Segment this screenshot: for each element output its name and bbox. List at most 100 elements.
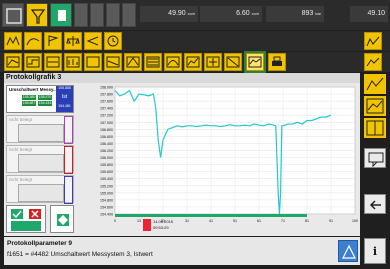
move-button-box[interactable] bbox=[50, 205, 74, 233]
scale-icon bbox=[66, 36, 80, 46]
info-button[interactable]: i bbox=[364, 238, 386, 264]
y-tick-label: 157.600 bbox=[100, 100, 113, 104]
signal-icon bbox=[366, 36, 380, 47]
legend-value-1: 155.380 bbox=[22, 95, 36, 100]
tool-graph-9-button[interactable] bbox=[164, 53, 182, 71]
tool-graph-12-button[interactable] bbox=[224, 53, 242, 71]
graph-icon bbox=[46, 56, 60, 68]
check-icon[interactable] bbox=[11, 209, 23, 219]
x-tick-label: 91 bbox=[329, 219, 333, 223]
y-tick-label: 158.000 bbox=[100, 86, 113, 90]
marker-flag[interactable] bbox=[143, 219, 151, 231]
legend-badge-mid: Ist bbox=[61, 94, 68, 100]
x-tick-label: 31 bbox=[185, 219, 189, 223]
tool-curve-button[interactable] bbox=[24, 32, 42, 50]
legend-value-2: 155.687 bbox=[22, 101, 36, 106]
graph-icon bbox=[66, 56, 80, 68]
tool-graph-10-button[interactable] bbox=[184, 53, 202, 71]
tool-flag-button[interactable] bbox=[44, 32, 62, 50]
y-tick-label: 157.200 bbox=[100, 114, 113, 118]
legend-value-3: 158.570 bbox=[38, 95, 52, 100]
readout-3-unit: bar bbox=[315, 11, 321, 16]
compare-icon bbox=[366, 120, 384, 136]
status-icon-4 bbox=[122, 3, 136, 27]
sidebar-trend-button[interactable] bbox=[364, 74, 386, 94]
funnel-button[interactable] bbox=[26, 3, 48, 27]
tool-clock-button[interactable] bbox=[104, 32, 122, 50]
toolbar-row-1 bbox=[0, 31, 390, 51]
back-button[interactable] bbox=[364, 194, 386, 214]
x-tick-label: 61 bbox=[257, 219, 261, 223]
tool-process-button[interactable] bbox=[4, 32, 22, 50]
slot-card-1[interactable]: nicht belegt bbox=[6, 115, 74, 144]
tool-scale-button[interactable] bbox=[64, 32, 82, 50]
confirm-cancel-box bbox=[6, 205, 46, 233]
help-button[interactable] bbox=[338, 240, 358, 262]
tool-graph-1-button[interactable] bbox=[4, 53, 22, 71]
legend-value-4: 154.433 bbox=[38, 101, 52, 106]
chart[interactable]: 158.000 157.800 157.600 157.400 157.200 157.0… bbox=[86, 83, 360, 233]
y-tick-label: 154.800 bbox=[100, 198, 113, 202]
sidebar-compare-button[interactable] bbox=[364, 118, 386, 138]
readout-4-value: 49.10 bbox=[367, 10, 385, 17]
tool-cone-button[interactable] bbox=[84, 32, 102, 50]
readout-4: 49.10 bbox=[350, 6, 388, 22]
graph-icon bbox=[6, 56, 20, 68]
readout-3: 893 bar bbox=[266, 6, 324, 22]
message-icon bbox=[368, 152, 384, 168]
marker-date: 14.05.2015 bbox=[153, 219, 174, 224]
y-tick-label: 156.400 bbox=[100, 142, 113, 146]
trend-icon bbox=[366, 77, 384, 91]
tool-graph-7-button[interactable] bbox=[124, 53, 142, 71]
x-tick-label: 0 bbox=[114, 219, 116, 223]
menu-button[interactable] bbox=[2, 3, 24, 27]
y-tick-label: 155.600 bbox=[100, 170, 113, 174]
info-icon: i bbox=[372, 244, 378, 258]
slot-card-label: nicht belegt bbox=[9, 147, 33, 152]
tool-graph-3-button[interactable] bbox=[44, 53, 62, 71]
readout-2-value: 6.60 bbox=[236, 10, 250, 17]
top-bar: 49.90 ccm 6.60 ccm 893 bar 49.10 bbox=[0, 0, 390, 30]
toolbar-row-2 bbox=[0, 51, 390, 73]
curve-icon bbox=[26, 38, 40, 46]
tool-graph-4-button[interactable] bbox=[64, 53, 82, 71]
slot-card-label: nicht belegt bbox=[9, 177, 33, 182]
tool-print-button[interactable] bbox=[268, 53, 286, 71]
x-tick-label: 100 bbox=[352, 219, 358, 223]
graph-icon bbox=[86, 56, 100, 68]
triangle-icon bbox=[342, 244, 356, 259]
tool-graph-11-button[interactable] bbox=[204, 53, 222, 71]
slot-card-3[interactable]: nicht belegt bbox=[6, 175, 74, 204]
slot-card-color bbox=[64, 116, 73, 144]
flag-icon bbox=[48, 35, 59, 46]
status-panel: Protokollparameter 9 f1651 = #4482 Umsch… bbox=[4, 237, 360, 265]
legend-card[interactable]: Umschaltwert Messy... 155.380 155.687 15… bbox=[6, 85, 74, 113]
accept-button[interactable] bbox=[11, 221, 41, 231]
y-tick-label: 157.000 bbox=[100, 121, 113, 125]
slot-card-2[interactable]: nicht belegt bbox=[6, 145, 74, 174]
slot-card-color bbox=[64, 146, 73, 174]
tool-graph-6-button[interactable] bbox=[104, 53, 122, 71]
slot-card-field bbox=[18, 124, 64, 142]
tool-graph-2-button[interactable] bbox=[24, 53, 42, 71]
machine-status-button[interactable] bbox=[50, 3, 72, 27]
graph-icon bbox=[26, 56, 40, 68]
graph-icon bbox=[366, 98, 384, 114]
graph-icon bbox=[248, 56, 262, 68]
tool-graph-5-button[interactable] bbox=[84, 53, 102, 71]
legend-badge-top: 155.888 bbox=[58, 86, 71, 90]
close-icon[interactable] bbox=[29, 209, 41, 219]
tool-graph-8-button[interactable] bbox=[144, 53, 162, 71]
legend-title: Umschaltwert Messy... bbox=[9, 87, 57, 92]
x-tick-label: 13 bbox=[137, 219, 141, 223]
tool-signal-button[interactable] bbox=[364, 32, 382, 50]
arrow-left-icon bbox=[369, 200, 381, 210]
readout-1: 49.90 ccm bbox=[140, 6, 198, 22]
tool-sidebar-chart-button[interactable] bbox=[364, 53, 382, 71]
sidebar-message-button[interactable] bbox=[364, 148, 386, 168]
readout-3-value: 893 bbox=[301, 10, 314, 17]
slot-card-label: nicht belegt bbox=[9, 117, 33, 122]
sidebar-graph-button[interactable] bbox=[364, 96, 386, 116]
y-tick-label: 154.400 bbox=[100, 213, 113, 217]
tool-graph-active-button[interactable] bbox=[244, 51, 266, 73]
